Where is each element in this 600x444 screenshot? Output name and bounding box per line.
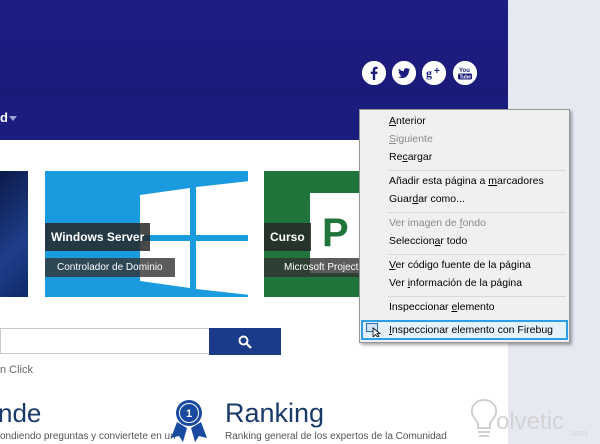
tile-subtitle: Controlador de Dominio [45,258,175,277]
watermark-text: olvetic [496,408,565,435]
tile-subtitle: Microsoft Project [264,258,360,277]
menu-item-inspect-firebug-label: Inspeccionar elemento con Firebug [389,324,554,336]
menu-item-save-as[interactable]: Guardar como... [389,193,465,205]
article-tile-left[interactable] [0,171,28,297]
chevron-down-icon[interactable] [9,116,17,121]
menu-separator [388,296,566,297]
nav-menu-label[interactable]: d [0,110,8,125]
menu-item-anterior[interactable]: Anterior [389,115,426,127]
facebook-icon[interactable] [362,61,386,85]
menu-item-siguiente: Siguiente [389,133,433,145]
firebug-inspect-icon [366,323,382,337]
menu-item-inspect-element[interactable]: Inspeccionar elemento [389,301,495,313]
section-title: nde [0,398,42,428]
tile-title: Curso [264,223,311,251]
section-subtitle: ondiendo preguntas y conviertete en un [0,431,176,442]
windows-logo-icon [140,181,248,295]
menu-separator [388,170,566,171]
twitter-icon[interactable] [392,61,416,85]
menu-item-page-info[interactable]: Ver información de la página [389,277,522,289]
svg-text:g: g [426,66,432,80]
google-plus-icon[interactable]: g + [422,61,446,85]
svg-text:Tube: Tube [460,74,472,80]
article-tile-windows-server[interactable]: Windows Server Controlador de Dominio [45,171,248,297]
menu-item-view-source[interactable]: Ver código fuente de la página [389,259,531,271]
section-title-ranking: Ranking [225,398,325,428]
article-tile-curso[interactable]: P Curso Microsoft Project [264,171,360,297]
youtube-icon[interactable]: You Tube [453,61,477,85]
context-menu: Anterior Siguiente Recargar Añadir esta … [359,109,570,343]
search-button[interactable] [209,328,281,355]
helper-text: n Click [0,364,34,376]
search-icon [238,335,252,349]
menu-item-select-all[interactable]: Seleccionar todo [389,235,467,247]
svg-text:You: You [459,68,470,74]
menu-item-recargar[interactable]: Recargar [389,151,432,163]
menu-separator [388,254,566,255]
watermark-suffix: .com [568,428,588,438]
section-subtitle-ranking: Ranking general de los expertos de la Co… [225,431,447,442]
medal-icon: 1 [171,400,207,442]
svg-text:+: + [434,66,440,77]
search-input[interactable] [0,328,210,354]
menu-item-bookmark[interactable]: Añadir esta página a marcadores [389,175,544,187]
medal-number: 1 [186,408,192,420]
tile-title: Windows Server [45,223,151,251]
menu-separator [388,212,566,213]
menu-item-view-background: Ver imagen de fondo [389,217,486,229]
